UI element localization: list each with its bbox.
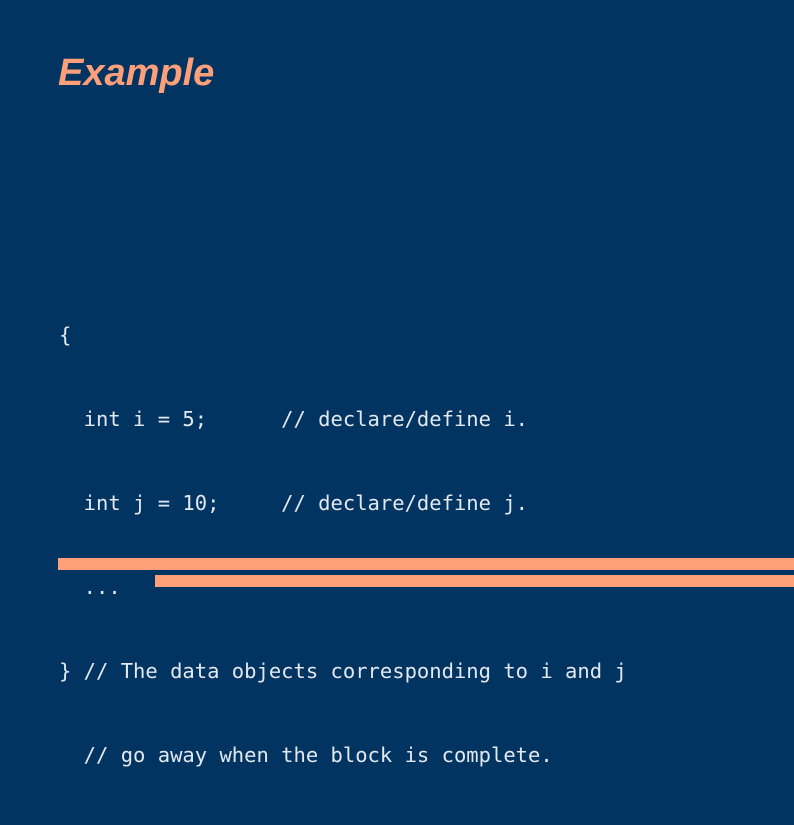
code-line: int j = 10; // declare/define j. [59,491,528,515]
code-line: int i = 5; // declare/define i. [59,407,528,431]
code-line: // go away when the block is complete. [59,743,553,767]
slide-canvas: Example { int i = 5; // declare/define i… [0,0,794,767]
code-line: { [59,323,72,347]
accent-bar-upper [58,558,794,570]
accent-bar-lower [155,575,794,587]
page-title: Example [58,52,215,94]
code-line: } // The data objects corresponding to i… [59,659,627,683]
code-block: { int i = 5; // declare/define i. int j … [59,265,627,825]
